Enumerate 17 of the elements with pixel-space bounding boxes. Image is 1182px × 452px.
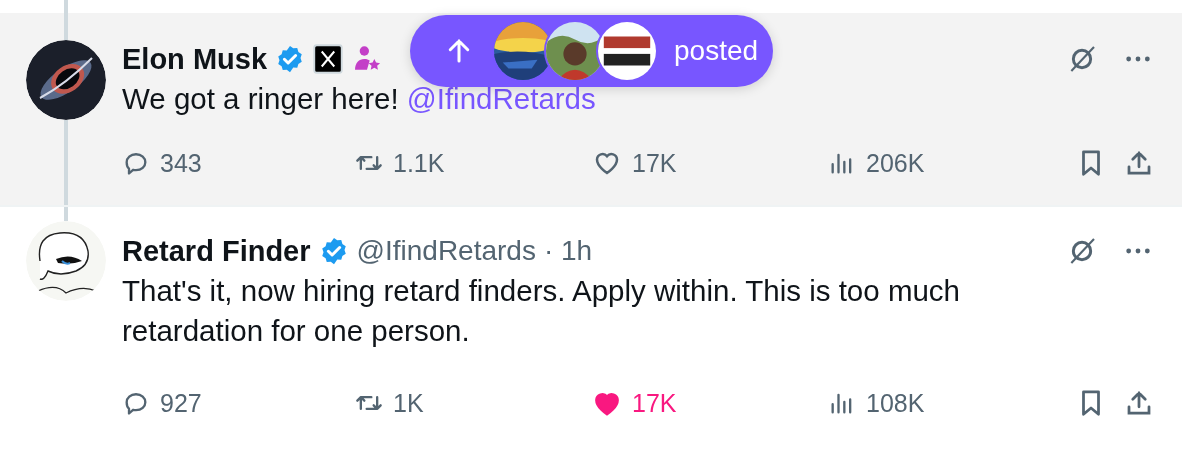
views-button[interactable]: 206K bbox=[828, 148, 925, 178]
post-text: That's it, now hiring retard finders. Apply within. This is too much retardation for one person. bbox=[122, 273, 961, 349]
author-name[interactable]: Elon Musk bbox=[122, 42, 267, 76]
like-button[interactable]: 17K bbox=[592, 148, 677, 178]
reply-button[interactable]: 343 bbox=[122, 148, 202, 178]
author-name[interactable]: Retard Finder bbox=[122, 234, 311, 268]
avatar[interactable] bbox=[26, 221, 106, 301]
views-button[interactable]: 108K bbox=[828, 388, 925, 418]
avatar[interactable] bbox=[26, 40, 106, 120]
new-posts-toast[interactable]: posted bbox=[410, 15, 773, 87]
reply-button[interactable]: 927 bbox=[122, 388, 202, 418]
like-button[interactable]: 17K bbox=[592, 388, 677, 418]
post-time[interactable]: · 1h bbox=[543, 235, 593, 267]
author-handle[interactable]: @IfindRetards bbox=[356, 235, 536, 267]
repost-button[interactable]: 1K bbox=[355, 388, 424, 418]
repost-button[interactable]: 1.1K bbox=[355, 148, 445, 178]
x-logo-icon bbox=[313, 44, 343, 74]
